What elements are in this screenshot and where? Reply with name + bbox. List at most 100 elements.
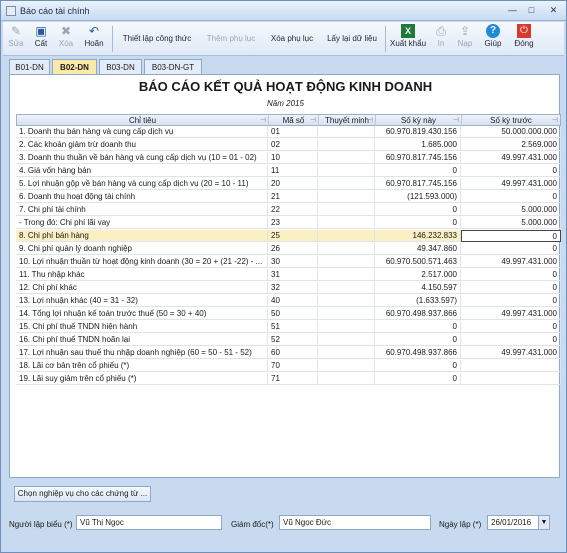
row-thuyet-minh[interactable] <box>318 347 375 359</box>
setup-formula-button[interactable]: Thiết lập công thức <box>117 34 197 43</box>
row-chi-tieu[interactable]: 7. Chi phí tài chính <box>16 204 268 216</box>
undo-button[interactable]: ↶ Hoãn <box>81 24 107 48</box>
row-so-ky-truoc[interactable]: 0 <box>461 269 561 281</box>
header-so-ky-truoc[interactable]: Số kỳ trước ⊣ <box>462 115 560 126</box>
pin-icon[interactable]: ⊣ <box>260 115 266 126</box>
row-thuyet-minh[interactable] <box>318 152 375 164</box>
row-so-ky-truoc[interactable]: 2.569.000 <box>461 139 561 151</box>
row-ma-so[interactable]: 40 <box>268 295 318 307</box>
row-thuyet-minh[interactable] <box>318 178 375 190</box>
row-so-ky-nay[interactable]: 0 <box>375 321 461 333</box>
row-thuyet-minh[interactable] <box>318 230 375 242</box>
table-row[interactable]: 7. Chi phí tài chính 22 0 5.000.000 <box>16 204 561 216</box>
row-so-ky-truoc[interactable]: 0 <box>461 282 561 294</box>
delete-button[interactable]: ✖ Xóa <box>55 24 77 48</box>
save-button[interactable]: ▣ Cất <box>30 24 52 48</box>
row-thuyet-minh[interactable] <box>318 165 375 177</box>
row-thuyet-minh[interactable] <box>318 269 375 281</box>
row-thuyet-minh[interactable] <box>318 256 375 268</box>
row-so-ky-truoc[interactable]: 0 <box>461 191 561 203</box>
row-ma-so[interactable]: 26 <box>268 243 318 255</box>
row-so-ky-truoc[interactable]: 49.997.431.000 <box>461 178 561 190</box>
director-field[interactable]: Vũ Ngọc Đức <box>279 515 431 530</box>
row-thuyet-minh[interactable] <box>318 321 375 333</box>
row-chi-tieu[interactable]: 1. Doanh thu bán hàng và cung cấp dịch v… <box>16 126 268 138</box>
row-so-ky-nay[interactable]: 60.970.500.571.463 <box>375 256 461 268</box>
row-so-ky-truoc[interactable]: 0 <box>461 230 561 242</box>
row-chi-tieu[interactable]: 16. Chi phí thuế TNDN hoãn lại <box>16 334 268 346</box>
row-chi-tieu[interactable]: 14. Tổng lợi nhuận kế toán trước thuế (5… <box>16 308 268 320</box>
row-so-ky-truoc[interactable] <box>461 360 561 372</box>
row-thuyet-minh[interactable] <box>318 191 375 203</box>
row-ma-so[interactable]: 25 <box>268 230 318 242</box>
row-ma-so[interactable]: 22 <box>268 204 318 216</box>
reload-data-button[interactable]: Lấy lại dữ liệu <box>323 34 381 43</box>
date-field[interactable]: 26/01/2016 ▼ <box>487 515 550 530</box>
row-ma-so[interactable]: 51 <box>268 321 318 333</box>
delete-appendix-button[interactable]: Xóa phụ lục <box>265 34 319 43</box>
table-row[interactable]: 14. Tổng lợi nhuận kế toán trước thuế (5… <box>16 308 561 320</box>
table-row[interactable]: 12. Chi phí khác 32 4.150.597 0 <box>16 282 561 294</box>
row-thuyet-minh[interactable] <box>318 139 375 151</box>
row-ma-so[interactable]: 32 <box>268 282 318 294</box>
table-row[interactable]: 16. Chi phí thuế TNDN hoãn lại 52 0 0 <box>16 334 561 346</box>
table-row[interactable]: 18. Lãi cơ bản trên cổ phiếu (*) 70 0 <box>16 360 561 372</box>
edit-button[interactable]: ✎ Sửa <box>5 24 27 48</box>
row-so-ky-nay[interactable]: 60.970.817.745.156 <box>375 152 461 164</box>
pin-icon[interactable]: ⊣ <box>453 115 459 126</box>
row-so-ky-truoc[interactable]: 0 <box>461 243 561 255</box>
pin-icon[interactable]: ⊣ <box>310 115 316 126</box>
table-row[interactable]: 9. Chi phí quản lý doanh nghiệp 26 49.347.… <box>16 243 561 255</box>
row-chi-tieu[interactable]: 17. Lợi nhuận sau thuế thu nhập doanh ng… <box>16 347 268 359</box>
row-so-ky-truoc[interactable]: 49.997.431.000 <box>461 256 561 268</box>
row-ma-so[interactable]: 11 <box>268 165 318 177</box>
row-ma-so[interactable]: 30 <box>268 256 318 268</box>
row-ma-so[interactable]: 60 <box>268 347 318 359</box>
row-so-ky-nay[interactable]: 0 <box>375 360 461 372</box>
row-chi-tieu[interactable]: 19. Lãi suy giảm trên cổ phiếu (*) <box>16 373 268 385</box>
table-row[interactable]: 17. Lợi nhuận sau thuế thu nhập doanh ng… <box>16 347 561 359</box>
row-ma-so[interactable]: 52 <box>268 334 318 346</box>
choose-operations-button[interactable]: Chọn nghiệp vụ cho các chứng từ ... <box>14 486 151 502</box>
maximize-button[interactable]: □ <box>525 5 538 17</box>
row-so-ky-truoc[interactable]: 49.997.431.000 <box>461 308 561 320</box>
row-so-ky-nay[interactable]: 60.970.817.745.156 <box>375 178 461 190</box>
tab-b01-dn[interactable]: B01-DN <box>9 59 50 75</box>
row-thuyet-minh[interactable] <box>318 360 375 372</box>
row-so-ky-nay[interactable]: 2.517.000 <box>375 269 461 281</box>
row-so-ky-nay[interactable]: 146.232.833 <box>375 230 461 242</box>
row-so-ky-truoc[interactable]: 5.000.000 <box>461 204 561 216</box>
table-row[interactable]: 13. Lợi nhuận khác (40 = 31 - 32) 40 (1.63… <box>16 295 561 307</box>
row-thuyet-minh[interactable] <box>318 334 375 346</box>
row-ma-so[interactable]: 21 <box>268 191 318 203</box>
row-so-ky-truoc[interactable] <box>461 373 561 385</box>
row-so-ky-nay[interactable]: 0 <box>375 165 461 177</box>
table-row[interactable]: 6. Doanh thu hoạt động tài chính 21 (121.5… <box>16 191 561 203</box>
header-chi-tieu[interactable]: Chỉ tiêu ⊣ <box>17 115 269 126</box>
row-so-ky-truoc[interactable]: 49.997.431.000 <box>461 347 561 359</box>
table-row[interactable]: - Trong đó: Chi phí lãi vay 23 0 5.000.000 <box>16 217 561 229</box>
row-so-ky-nay[interactable]: 0 <box>375 217 461 229</box>
row-chi-tieu[interactable]: 10. Lợi nhuận thuần từ hoạt động kinh do… <box>16 256 268 268</box>
row-thuyet-minh[interactable] <box>318 243 375 255</box>
row-ma-so[interactable]: 10 <box>268 152 318 164</box>
row-so-ky-truoc[interactable]: 0 <box>461 321 561 333</box>
row-ma-so[interactable]: 23 <box>268 217 318 229</box>
row-so-ky-nay[interactable]: 60.970.819.430.156 <box>375 126 461 138</box>
table-row[interactable]: 8. Chi phí bán hàng 25 146.232.833 0 <box>16 230 561 242</box>
row-thuyet-minh[interactable] <box>318 373 375 385</box>
row-so-ky-nay[interactable]: 60.970.498.937.866 <box>375 347 461 359</box>
table-row[interactable]: 11. Thu nhập khác 31 2.517.000 0 <box>16 269 561 281</box>
row-so-ky-nay[interactable]: 0 <box>375 334 461 346</box>
row-so-ky-nay[interactable]: 4.150.597 <box>375 282 461 294</box>
row-chi-tieu[interactable]: 9. Chi phí quản lý doanh nghiệp <box>16 243 268 255</box>
table-row[interactable]: 15. Chi phí thuế TNDN hiện hành 51 0 0 <box>16 321 561 333</box>
row-ma-so[interactable]: 31 <box>268 269 318 281</box>
table-row[interactable]: 4. Giá vốn hàng bán 11 0 0 <box>16 165 561 177</box>
row-thuyet-minh[interactable] <box>318 126 375 138</box>
header-thuyet-minh[interactable]: Thuyết minh ⊣ <box>319 115 376 126</box>
table-row[interactable]: 3. Doanh thu thuần về bán hàng và cung c… <box>16 152 561 164</box>
row-ma-so[interactable]: 20 <box>268 178 318 190</box>
pin-icon[interactable]: ⊣ <box>367 115 373 126</box>
export-button[interactable]: X Xuất khẩu <box>389 24 427 48</box>
